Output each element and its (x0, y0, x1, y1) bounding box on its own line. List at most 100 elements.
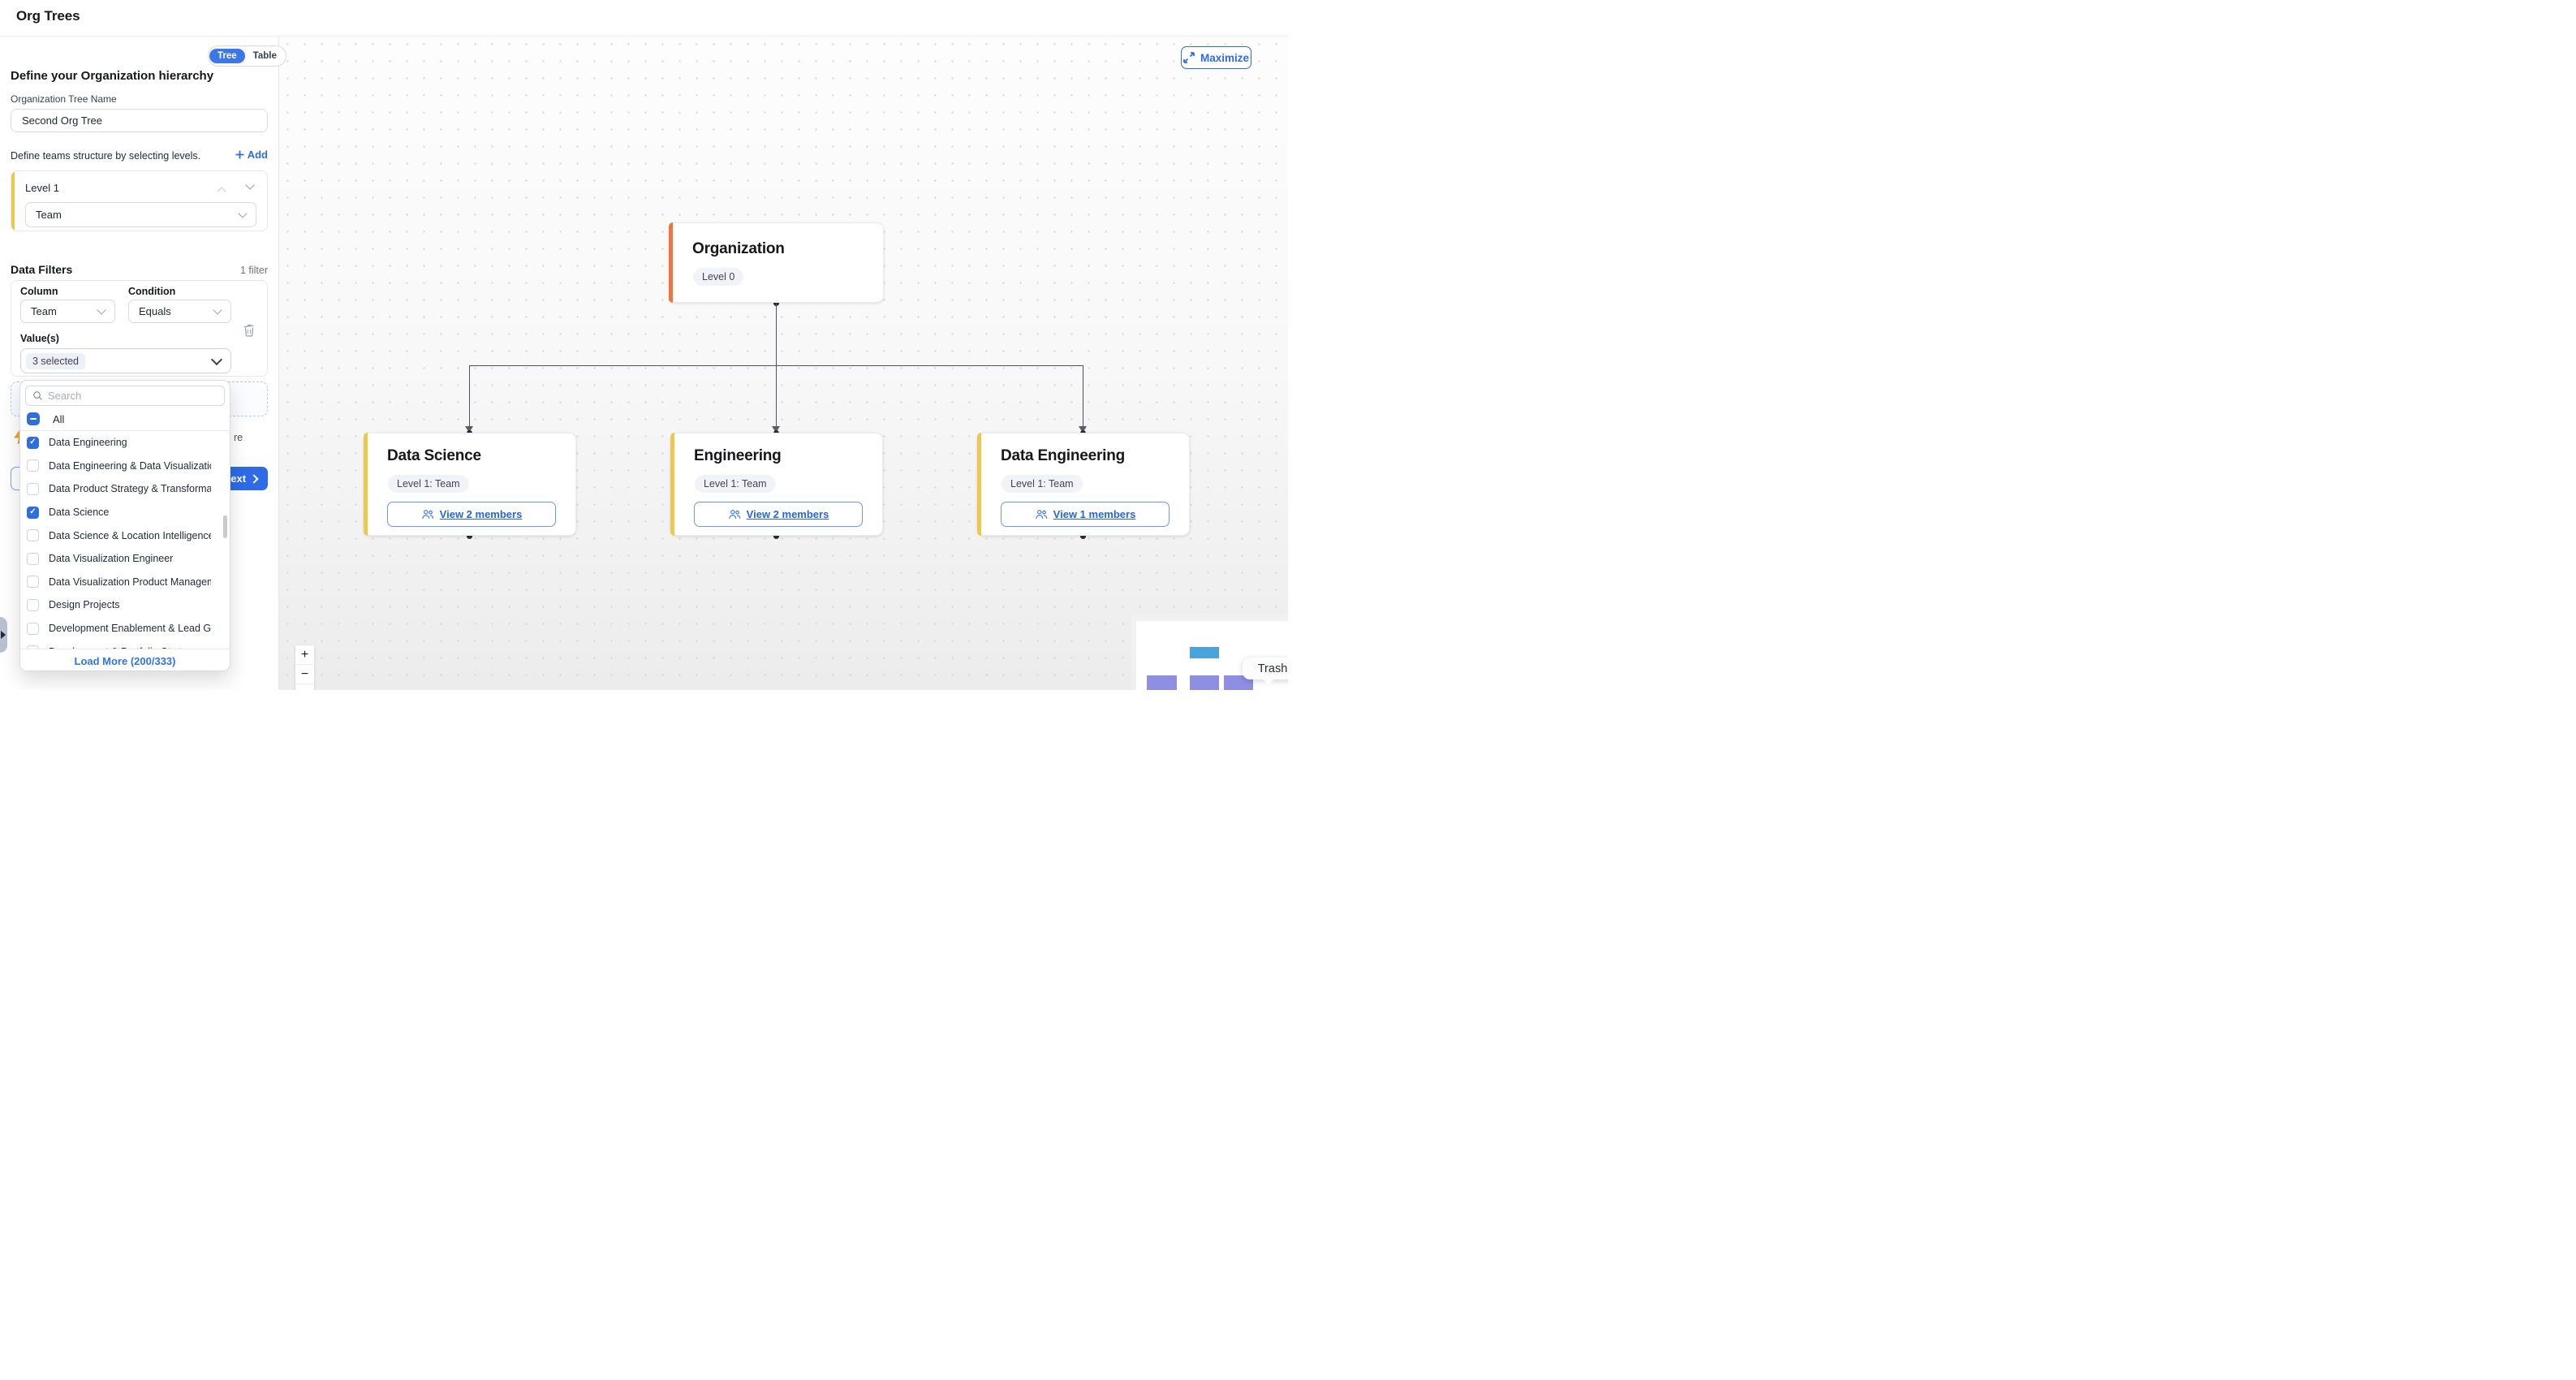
dropdown-option[interactable]: Data Visualization Engineer (20, 547, 230, 571)
minimap-child-node (1147, 675, 1177, 690)
levels-hint: Define teams structure by selecting leve… (11, 150, 200, 162)
obscured-text-fragment: re (234, 432, 243, 443)
expand-panel-handle[interactable] (0, 617, 7, 653)
load-more-button[interactable]: Load More (200/333) (75, 655, 176, 667)
members-icon (1035, 509, 1048, 520)
move-level-up-button[interactable] (217, 187, 226, 196)
view-members-button[interactable]: View 1 members (1001, 502, 1170, 527)
dropdown-option[interactable]: Data Science & Location Intelligence (20, 524, 230, 547)
dropdown-option-partial[interactable]: Development & Portfolio Strat... (20, 640, 230, 649)
condition-label: Condition (128, 286, 175, 297)
chevron-down-icon (211, 354, 222, 365)
node-title: Engineering (694, 447, 782, 465)
dropdown-search-input[interactable]: Search (25, 386, 225, 406)
node-title: Organization (692, 240, 785, 258)
dropdown-option[interactable]: Data Visualization Product Managem... (20, 571, 230, 594)
minimap-root-node (1190, 647, 1219, 658)
delete-filter-trash-icon[interactable] (243, 323, 256, 337)
view-members-button[interactable]: View 2 members (694, 502, 863, 527)
maximize-button[interactable]: Maximize (1181, 46, 1251, 69)
org-node-engineering[interactable]: Engineering Level 1: Team View 2 members (670, 433, 883, 536)
checkbox-unchecked[interactable] (27, 576, 39, 588)
data-filters-heading: Data Filters (11, 263, 72, 276)
checkbox-checked[interactable] (27, 507, 39, 519)
trash-tooltip: Trash (1243, 658, 1288, 679)
page-title: Org Trees (16, 8, 80, 24)
dropdown-option[interactable]: Data Engineering & Data Visualization (20, 455, 230, 478)
maximize-expand-icon (1183, 52, 1195, 63)
dropdown-option[interactable]: Development Enablement & Lead Ge... (20, 617, 230, 640)
dropdown-footer: Load More (200/333) (20, 649, 230, 671)
dropdown-option[interactable]: Data Engineering (20, 431, 230, 455)
values-label: Value(s) (20, 333, 59, 344)
selected-count-tag: 3 selected (26, 353, 85, 369)
zoom-in-button[interactable]: + (295, 645, 314, 665)
dropdown-option-list: Data Engineering Data Engineering & Data… (20, 431, 230, 649)
select-all-row[interactable]: All (20, 408, 230, 430)
chevron-right-icon (249, 474, 258, 483)
node-level-badge: Level 0 (693, 268, 743, 286)
tree-name-label: Organization Tree Name (11, 93, 117, 105)
node-accent (670, 433, 674, 536)
filter-condition-select[interactable]: Equals (128, 300, 231, 323)
org-tree-canvas[interactable]: Maximize Organization Level 0 Data Scien… (279, 36, 1288, 690)
column-label: Column (20, 286, 58, 297)
node-level-badge: Level 1: Team (695, 475, 776, 493)
node-title: Data Engineering (1001, 447, 1125, 465)
checkbox-unchecked[interactable] (27, 529, 39, 541)
hierarchy-heading: Define your Organization hierarchy (11, 69, 213, 83)
connector-line (469, 365, 470, 427)
node-level-badge: Level 1: Team (388, 475, 469, 493)
filter-column-select[interactable]: Team (20, 300, 115, 323)
checkbox-unchecked[interactable] (27, 483, 39, 495)
filter-values-select[interactable]: 3 selected (20, 348, 231, 373)
tab-tree-view[interactable]: Tree (209, 49, 245, 63)
filter-count: 1 filter (240, 265, 268, 276)
members-icon (728, 509, 741, 520)
checkbox-unchecked[interactable] (27, 553, 39, 565)
chevron-down-icon (97, 305, 106, 314)
tooltip-pointer (1263, 679, 1274, 686)
filter-card: Column Condition Team Equals Value(s) 3 … (11, 280, 268, 377)
chevron-down-icon (238, 209, 247, 218)
checkbox-unchecked[interactable] (27, 459, 39, 472)
fit-view-button[interactable] (295, 684, 314, 690)
tree-name-input[interactable]: Second Org Tree (11, 109, 268, 132)
plus-icon (235, 150, 244, 159)
node-level-badge: Level 1: Team (1002, 475, 1083, 493)
dropdown-option[interactable]: Data Science (20, 501, 230, 524)
level-card-accent (11, 171, 15, 231)
search-icon (32, 390, 43, 401)
values-dropdown: Search All Data Engineering Data Enginee… (19, 380, 230, 671)
level-type-select[interactable]: Team (25, 202, 256, 227)
members-icon (421, 509, 434, 520)
org-node-data-science[interactable]: Data Science Level 1: Team View 2 member… (364, 433, 576, 536)
dropdown-scrollbar[interactable] (223, 515, 227, 538)
view-toggle: Tree Table (208, 45, 286, 67)
select-all-label: All (53, 413, 64, 425)
level-card: Level 1 Team (11, 170, 268, 231)
view-members-button[interactable]: View 2 members (387, 502, 556, 527)
tab-table-view[interactable]: Table (245, 49, 285, 63)
org-node-root[interactable]: Organization Level 0 (669, 222, 884, 303)
tree-name-value: Second Org Tree (22, 114, 102, 127)
minimap-child-node (1190, 675, 1219, 690)
connector-line (776, 303, 777, 365)
checkbox-unchecked[interactable] (27, 599, 39, 611)
move-level-down-button[interactable] (245, 180, 254, 189)
add-level-button[interactable]: Add (235, 149, 268, 161)
checkbox-checked[interactable] (27, 437, 39, 449)
org-trees-app: Org Trees Tree Table Define your Organiz… (0, 0, 1288, 690)
search-placeholder: Search (48, 390, 81, 402)
connector-line (776, 365, 777, 427)
select-all-checkbox-indeterminate[interactable] (27, 412, 40, 425)
checkbox-unchecked[interactable] (27, 623, 39, 635)
config-sidebar: Tree Table Define your Organization hier… (0, 36, 279, 690)
node-accent (977, 433, 981, 536)
org-node-data-engineering[interactable]: Data Engineering Level 1: Team View 1 me… (977, 433, 1190, 536)
arrow-right-icon (1, 631, 6, 639)
dropdown-option[interactable]: Design Projects (20, 593, 230, 617)
dropdown-option[interactable]: Data Product Strategy & Transformat... (20, 477, 230, 501)
node-title: Data Science (387, 447, 481, 465)
zoom-out-button[interactable]: − (295, 665, 314, 684)
